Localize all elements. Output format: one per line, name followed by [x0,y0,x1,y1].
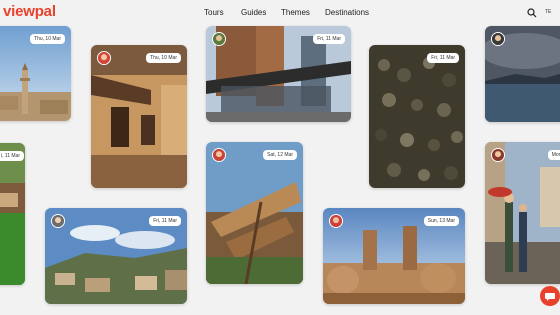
top-bar: viewpal Tours Guides Themes Destinations… [0,0,560,24]
tour-card-lattice[interactable]: Sat, 12 Mar [206,142,303,284]
tour-card-garden[interactable]: i, 11 Mar [0,143,25,285]
nav-guides[interactable]: Guides [241,8,266,17]
guide-avatar[interactable] [491,32,505,46]
tour-card-street[interactable]: Mon, 1 [485,142,560,284]
date-badge: Mon, 1 [547,150,560,160]
tour-photo [485,142,560,284]
date-badge: Sun, 13 Mar [423,216,459,226]
chat-button[interactable] [540,286,560,306]
tour-photo [369,45,465,188]
guide-avatar[interactable] [212,148,226,162]
date-badge-partial: i, 11 Mar [0,151,24,161]
date-badge: Thu, 10 Mar [30,34,65,44]
tour-photo [91,45,187,188]
nav-themes[interactable]: Themes [281,8,310,17]
tour-card-adobe[interactable]: Sun, 13 Mar [323,208,465,304]
date-badge: Fri, 11 Mar [149,216,181,226]
tour-card-sea[interactable] [485,26,560,122]
nav-tours[interactable]: Tours [204,8,224,17]
guide-avatar[interactable] [212,32,226,46]
date-badge: Fri, 11 Mar [313,34,345,44]
date-badge: Thu, 10 Mar [146,53,181,63]
guide-avatar[interactable] [491,148,505,162]
tour-card-facade[interactable]: Thu, 10 Mar [91,45,187,188]
search-icon[interactable] [527,8,537,18]
guide-avatar[interactable] [329,214,343,228]
chat-bubble-icon [545,293,555,301]
logo[interactable]: viewpal [3,3,56,20]
tour-card-snails[interactable]: Fri, 11 Mar [369,45,465,188]
guide-avatar[interactable] [97,51,111,65]
tour-photo [206,142,303,284]
date-badge: Sat, 12 Mar [263,150,297,160]
tour-card-hillside[interactable]: Fri, 11 Mar [45,208,187,304]
language-selector[interactable]: TE [545,9,551,15]
date-badge: Fri, 11 Mar [427,53,459,63]
guide-avatar[interactable] [51,214,65,228]
tour-card-minaret[interactable]: Thu, 10 Mar [0,26,71,121]
tour-card-pavilion[interactable]: Fri, 11 Mar [206,26,351,122]
nav-destinations[interactable]: Destinations [325,8,369,17]
tour-photo [0,143,25,285]
